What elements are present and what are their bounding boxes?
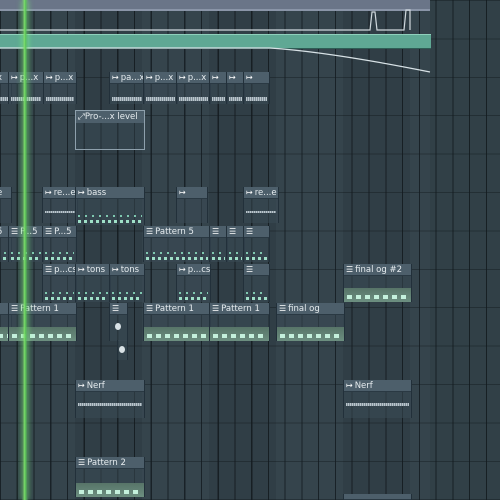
pattern-clip-icon: ☰ xyxy=(11,227,19,236)
audio-clip-icon: ↦ xyxy=(146,73,153,82)
pattern-clip-icon: ☰ xyxy=(78,458,86,467)
waveform xyxy=(346,403,409,406)
audio-clip[interactable]: ↦ re...e xyxy=(243,187,279,223)
pattern-clip-icon: ☰ xyxy=(45,265,53,274)
note-preview xyxy=(78,211,142,223)
pattern-clip[interactable] xyxy=(117,340,128,360)
note-preview xyxy=(212,248,225,260)
pattern-preview xyxy=(76,483,144,497)
waveform xyxy=(246,211,276,213)
waveform xyxy=(246,97,267,101)
waveform xyxy=(45,211,75,213)
pattern-preview xyxy=(9,327,76,341)
pattern-clip[interactable]: ☰ Pattern 1 xyxy=(8,303,77,341)
audio-clip[interactable]: ↦ Nerf xyxy=(343,380,412,418)
playhead-marker[interactable] xyxy=(22,0,28,500)
pattern-clip[interactable]: ☰ Pattern 1 xyxy=(209,303,270,341)
pattern-clip-icon: ☰ xyxy=(346,265,354,274)
pattern-clip[interactable]: ☰ Pattern 5 xyxy=(143,226,211,262)
note-preview xyxy=(246,288,267,300)
automation-spike xyxy=(0,9,411,31)
waveform xyxy=(78,403,142,406)
note-preview xyxy=(229,248,242,260)
waveform xyxy=(112,97,142,101)
automation-clip[interactable]: ⤢Pro-...x level xyxy=(75,110,145,150)
pattern-preview xyxy=(144,327,210,341)
audio-clip-icon: ↦ xyxy=(78,188,85,197)
pattern-clip-icon: ↦ xyxy=(179,265,186,274)
automation-clip-icon: ⤢ xyxy=(78,112,85,122)
playlist-canvas[interactable]: x ↦p...x ↦p...x ↦pa...x ↦p...x ↦p...x ↦ … xyxy=(0,0,500,500)
audio-clip-icon: ↦ xyxy=(112,73,119,82)
waveform xyxy=(229,97,242,101)
pattern-clip-icon: ☰ xyxy=(279,304,287,313)
audio-clip[interactable]: ↦ xyxy=(243,72,270,104)
audio-clip[interactable]: ↦ p...x xyxy=(176,72,211,104)
audio-clip[interactable]: ↦ re...e xyxy=(42,187,78,223)
audio-clip-icon: ↦ xyxy=(78,265,85,274)
pattern-clip[interactable]: ☰ final og #2 xyxy=(343,264,412,302)
note-preview xyxy=(246,248,267,260)
note-preview xyxy=(78,288,108,300)
pattern-clip-icon: ☰ xyxy=(45,227,53,236)
audio-clip[interactable]: ↦ p...x xyxy=(43,72,77,104)
pattern-clip-icon: ☰ xyxy=(246,227,254,236)
pattern-clip-icon: ☰ xyxy=(112,304,120,313)
pattern-clip-icon: ☰ xyxy=(212,304,220,313)
pattern-clip-icon: ☰ xyxy=(229,227,237,236)
waveform xyxy=(179,97,208,101)
pattern-clip[interactable]: ☰ Pattern 1 xyxy=(143,303,211,341)
audio-clip[interactable]: ↦ tons xyxy=(109,264,145,302)
audio-clip[interactable]: ↦ xyxy=(176,187,208,223)
waveform xyxy=(212,97,225,101)
audio-clip[interactable]: ↦ Nerf xyxy=(75,380,145,418)
audio-clip-icon: ↦ xyxy=(45,188,52,197)
audio-clip-icon: ↦ xyxy=(246,188,253,197)
waveform xyxy=(46,97,74,101)
pattern-clip[interactable]: ☰ xyxy=(109,303,128,341)
audio-clip[interactable]: ↦ tons xyxy=(75,264,111,302)
automation-fade-curve xyxy=(0,47,431,73)
note-preview xyxy=(45,248,74,260)
pattern-clip[interactable]: ↦ p...cs xyxy=(176,264,211,302)
audio-clip-icon: ↦ xyxy=(179,188,186,197)
audio-clip[interactable]: ↦ p...x xyxy=(143,72,178,104)
pattern-clip[interactable]: ☰ p...cs xyxy=(42,264,77,302)
pattern-preview xyxy=(277,327,344,341)
audio-clip-icon: ↦ xyxy=(229,73,236,82)
audio-clip-icon: ↦ xyxy=(246,73,253,82)
note-preview xyxy=(45,288,74,300)
pattern-clip-icon: ☰ xyxy=(11,304,19,313)
note-preview xyxy=(179,288,208,300)
pattern-clip[interactable] xyxy=(343,494,412,500)
audio-clip-icon: ↦ xyxy=(179,73,186,82)
pattern-clip-icon: ☰ xyxy=(146,304,154,313)
audio-clip-icon: ↦ xyxy=(46,73,53,82)
pattern-preview xyxy=(344,288,411,302)
note-blob xyxy=(119,346,125,353)
automation-curves xyxy=(0,9,431,73)
waveform xyxy=(146,97,175,101)
pattern-clip-icon: ☰ xyxy=(246,265,254,274)
audio-clip-icon: ↦ xyxy=(78,381,85,390)
pattern-clip[interactable]: ↦ bass xyxy=(75,187,145,225)
note-blob xyxy=(115,323,121,330)
note-preview xyxy=(146,248,208,260)
pattern-clip[interactable]: ☰ Pattern 2 xyxy=(75,457,145,497)
audio-clip-icon: ↦ xyxy=(346,381,353,390)
audio-clip-icon: ↦ xyxy=(212,73,219,82)
audio-clip-icon: ↦ xyxy=(112,265,119,274)
note-preview xyxy=(112,288,142,300)
pattern-clip[interactable]: ☰ P...5 xyxy=(42,226,77,262)
pattern-clip-icon: ☰ xyxy=(146,227,154,236)
pattern-clip-icon: ☰ xyxy=(212,227,220,236)
audio-clip[interactable]: ↦ pa...x xyxy=(109,72,145,104)
audio-clip[interactable]: e xyxy=(0,187,12,223)
pattern-clip[interactable]: ☰ final og xyxy=(276,303,345,341)
audio-clip-icon: ↦ xyxy=(11,73,18,82)
pattern-clip[interactable]: ☰ xyxy=(243,264,270,302)
pattern-clip[interactable]: ☰ xyxy=(243,226,270,262)
pattern-preview xyxy=(210,327,269,341)
